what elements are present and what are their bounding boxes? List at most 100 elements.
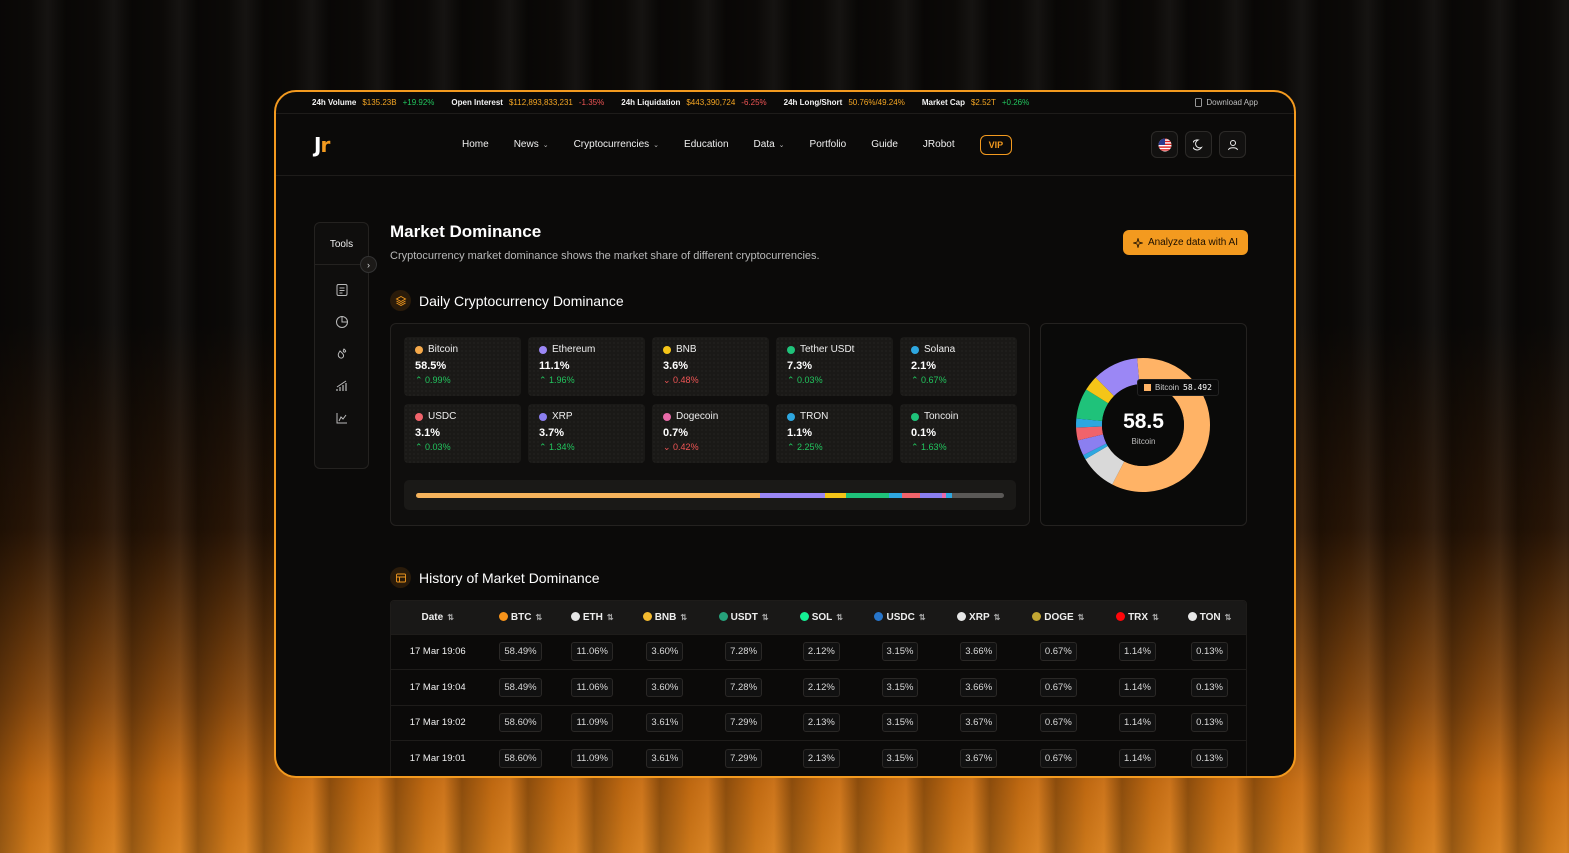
nav-cryptocurrencies[interactable]: Cryptocurrencies ⌄	[574, 139, 659, 150]
dominance-card[interactable]: USDC 3.1% ⌃ 0.03%	[404, 404, 521, 463]
table-row[interactable]: 17 Mar 19:04 58.49% 11.06% 3.60% 7.28% 2.12% 3…	[391, 669, 1246, 705]
tool-bars[interactable]	[315, 379, 368, 393]
card-coin-name: XRP	[552, 411, 573, 422]
sort-icon: ⇅	[836, 612, 843, 622]
value-cell: 0.13%	[1173, 633, 1246, 670]
language-button[interactable]	[1151, 131, 1178, 158]
ton-coin-icon	[1187, 611, 1197, 621]
column-label: DOGE	[1044, 611, 1074, 623]
tool-area[interactable]	[315, 411, 368, 425]
coin-color-dot	[415, 345, 423, 354]
column-header-xrp[interactable]: XRP ⇅	[943, 601, 1015, 634]
dominance-pill: 58.60%	[499, 749, 542, 768]
chevron-down-icon: ⌄	[778, 141, 785, 149]
card-name: TRON	[787, 411, 882, 422]
date-cell: 17 Mar 19:02	[391, 704, 485, 741]
sort-icon: ⇅	[761, 612, 769, 622]
trx-coin-icon	[1116, 611, 1126, 621]
tooltip-name: Bitcoin	[1155, 383, 1180, 392]
dominance-bar-segment	[846, 493, 890, 498]
column-header-sol[interactable]: SOL ⇅	[785, 601, 857, 634]
document-icon	[336, 284, 347, 296]
nav-portfolio[interactable]: Portfolio	[810, 139, 847, 150]
dominance-card[interactable]: Dogecoin 0.7% ⌄ 0.42%	[652, 404, 769, 463]
column-header-eth[interactable]: ETH ⇅	[557, 601, 628, 634]
vip-button[interactable]: VIP	[979, 134, 1013, 155]
dominance-bar	[416, 493, 1004, 498]
value-cell: 11.09%	[556, 704, 628, 741]
nav-education[interactable]: Education	[684, 139, 728, 150]
dominance-card[interactable]: Toncoin 0.1% ⌃ 1.63%	[900, 404, 1017, 463]
table-body: 17 Mar 19:06 58.49% 11.06% 3.60% 7.28% 2.12% 3…	[391, 633, 1246, 776]
tool-report[interactable]	[315, 283, 368, 297]
column-header-doge[interactable]: DOGE ⇅	[1015, 601, 1102, 634]
tool-drops[interactable]	[315, 347, 368, 361]
column-label: BTC	[510, 611, 532, 623]
nav-data[interactable]: Data ⌄	[754, 139, 785, 150]
date-cell: 17 Mar 19:01	[391, 740, 485, 776]
dominance-pill: 3.60%	[646, 677, 684, 697]
card-name: BNB	[663, 344, 758, 355]
value-cell: 1.14%	[1101, 633, 1174, 670]
nav-news[interactable]: News ⌄	[514, 139, 549, 150]
dominance-card[interactable]: Tether USDt 7.3% ⌃ 0.03%	[776, 337, 893, 396]
ticker-label: Open Interest	[451, 98, 503, 107]
top-header: Jr Home News ⌄ Cryptocurrencies ⌄ Education Da…	[276, 114, 1294, 176]
value-cell: 58.60%	[484, 704, 557, 741]
dominance-pill: 2.13%	[802, 713, 840, 733]
nav-jrobot[interactable]: JRobot	[923, 139, 955, 150]
card-dominance-value: 3.7%	[539, 427, 565, 439]
card-change: ⌃ 0.03%	[415, 442, 510, 453]
dominance-card[interactable]: XRP 3.7% ⌃ 1.34%	[528, 404, 645, 463]
value-cell: 7.29%	[701, 740, 786, 776]
page-title: Market Dominance	[390, 222, 542, 241]
dominance-pill: 1.14%	[1118, 749, 1156, 768]
dominance-card[interactable]: Bitcoin 58.5% ⌃ 0.99%	[404, 337, 521, 396]
dominance-card[interactable]: Ethereum 11.1% ⌃ 1.96%	[528, 337, 645, 396]
download-app-link[interactable]: Download App	[1195, 98, 1258, 107]
card-name: USDC	[415, 411, 510, 422]
dominance-card[interactable]: BNB 3.6% ⌄ 0.48%	[652, 337, 769, 396]
coin-color-dot	[539, 412, 547, 421]
card-dominance-value: 0.1%	[911, 427, 937, 439]
table-row[interactable]: 17 Mar 19:06 58.49% 11.06% 3.60% 7.28% 2.12% 3…	[391, 633, 1246, 670]
dominance-pill: 0.13%	[1191, 713, 1228, 733]
coin-color-dot	[787, 345, 795, 354]
analyze-ai-button[interactable]: Analyze data with AI	[1122, 230, 1248, 255]
usdt-coin-icon	[718, 611, 728, 621]
column-header-usdc[interactable]: USDC ⇅	[857, 601, 942, 634]
value-cell: 3.66%	[942, 669, 1015, 705]
column-label: TON	[1199, 611, 1221, 623]
value-cell: 3.15%	[857, 669, 943, 705]
arrow-up-icon: ⌃	[415, 375, 426, 385]
arrow-up-icon: ⌃	[911, 375, 922, 385]
account-button[interactable]	[1219, 131, 1246, 158]
nav-label: JRobot	[922, 139, 955, 150]
date-cell: 17 Mar 19:04	[391, 669, 485, 705]
column-header-date[interactable]: Date ⇅	[391, 601, 484, 634]
dominance-pill: 3.61%	[646, 713, 684, 733]
table-row[interactable]: 17 Mar 19:01 58.60% 11.09% 3.61% 7.29% 2.13% 3…	[391, 740, 1246, 776]
value-cell: 0.13%	[1173, 669, 1246, 705]
tools-expand-button[interactable]: ›	[360, 256, 377, 273]
table-row[interactable]: 17 Mar 19:02 58.60% 11.09% 3.61% 7.29% 2.13% 3…	[391, 704, 1246, 741]
bnb-coin-icon	[642, 611, 652, 621]
card-dominance-value: 58.5%	[415, 360, 447, 372]
dominance-card-grid: Bitcoin 58.5% ⌃ 0.99% Ethereum 11.1% ⌃ 1.96% B…	[404, 337, 1017, 463]
nav-guide[interactable]: Guide	[871, 139, 898, 150]
theme-toggle-button[interactable]	[1185, 131, 1212, 158]
dominance-card[interactable]: TRON 1.1% ⌃ 2.25%	[776, 404, 893, 463]
dominance-pill: 0.13%	[1191, 677, 1228, 697]
dominance-card[interactable]: Solana 2.1% ⌃ 0.67%	[900, 337, 1017, 396]
column-header-bnb[interactable]: BNB ⇅	[628, 601, 702, 634]
column-header-ton[interactable]: TON ⇅	[1173, 601, 1246, 634]
column-header-trx[interactable]: TRX ⇅	[1102, 601, 1173, 634]
history-section-title: History of Market Dominance	[419, 569, 600, 586]
card-change: ⌄ 0.42%	[663, 442, 758, 453]
column-header-btc[interactable]: BTC ⇅	[484, 601, 556, 634]
column-header-usdt[interactable]: USDT ⇅	[702, 601, 785, 634]
tool-pie[interactable]	[315, 315, 368, 329]
date-cell: 17 Mar 19:06	[391, 633, 485, 670]
nav-home[interactable]: Home	[462, 139, 489, 150]
logo[interactable]: Jr	[314, 133, 330, 157]
